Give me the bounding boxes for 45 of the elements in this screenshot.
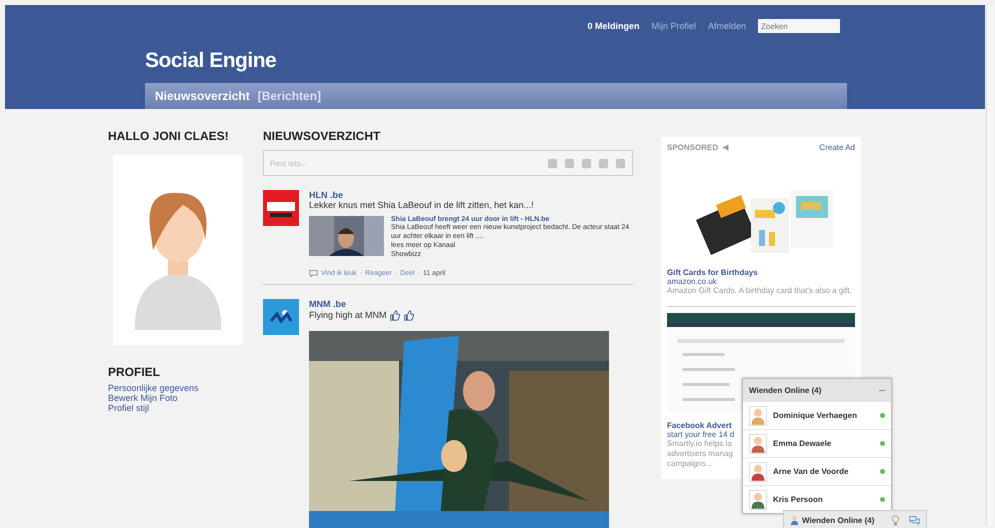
thumbs-up-icon [388,309,401,321]
attach-icon[interactable] [598,158,609,168]
attach-icon[interactable] [615,158,626,168]
ad-text: advertisers manag [667,449,733,459]
chat-bubbles-icon[interactable] [909,514,920,526]
profile-link[interactable]: Persoonlijke gegevens [108,383,243,393]
greeting-heading: HALLO JONI CLAES! [108,129,230,143]
notifications-link[interactable]: 0 Meldingen [587,21,640,31]
attach-icon[interactable] [547,158,558,168]
chat-title: Wienden Online (4) [749,386,822,394]
ad-text: campaigns... [667,459,712,469]
scrollbar[interactable] [986,5,993,525]
comment-icon [309,269,318,278]
post-author[interactable]: MNM .be [309,299,633,309]
person-icon [790,515,799,525]
post-text: Lekker knus met Shia LaBeouf in de lift zitten, het kan...! [309,200,534,210]
megaphone-icon [722,144,730,151]
search-field[interactable]: Zoeken [758,19,840,33]
thumbs-up-icon [402,309,415,321]
attach-icon[interactable] [564,158,575,168]
profile-heading: PROFIEL [108,365,162,379]
profile-link[interactable]: Bewerk Mijn Foto [108,393,243,403]
composer-placeholder: Post iets... [270,158,308,168]
feed-heading: NIEUWSOVERZICHT [263,129,382,143]
profile-link[interactable]: Profiel stijl [108,403,243,413]
sponsored-label: SPONSORED [667,143,718,152]
friend-item[interactable]: Dominique Verhaegen [743,401,891,429]
friend-item[interactable]: Arne Van de Voorde [743,457,891,485]
header-link[interactable]: Afmelden [708,21,746,31]
ad-title[interactable]: Gift Cards for Birthdays [667,268,855,277]
post-author[interactable]: HLN .be [309,190,633,200]
post-text: Flying high at MNM [309,310,387,320]
lightbulb-icon[interactable] [890,514,902,526]
site-title: Social Engine [145,49,278,73]
header-link[interactable]: Mijn Profiel [651,21,696,31]
create-ad-link[interactable]: Create Ad [819,143,855,152]
ad-text: Smartly.io helps la [667,439,732,449]
profile-avatar-icon [113,155,243,345]
nav-tab[interactable]: Nieuwsoverzicht [155,89,250,103]
news-logo-icon [263,190,299,226]
attach-icon[interactable] [581,158,592,168]
radio-logo-icon [263,299,299,335]
ad-domain[interactable]: amazon.co.uk [667,277,855,286]
friend-item[interactable]: Emma Dewaele [743,429,891,457]
ad-text: Amazon Gift Cards. A birthday card that's also a gift. [667,286,853,296]
